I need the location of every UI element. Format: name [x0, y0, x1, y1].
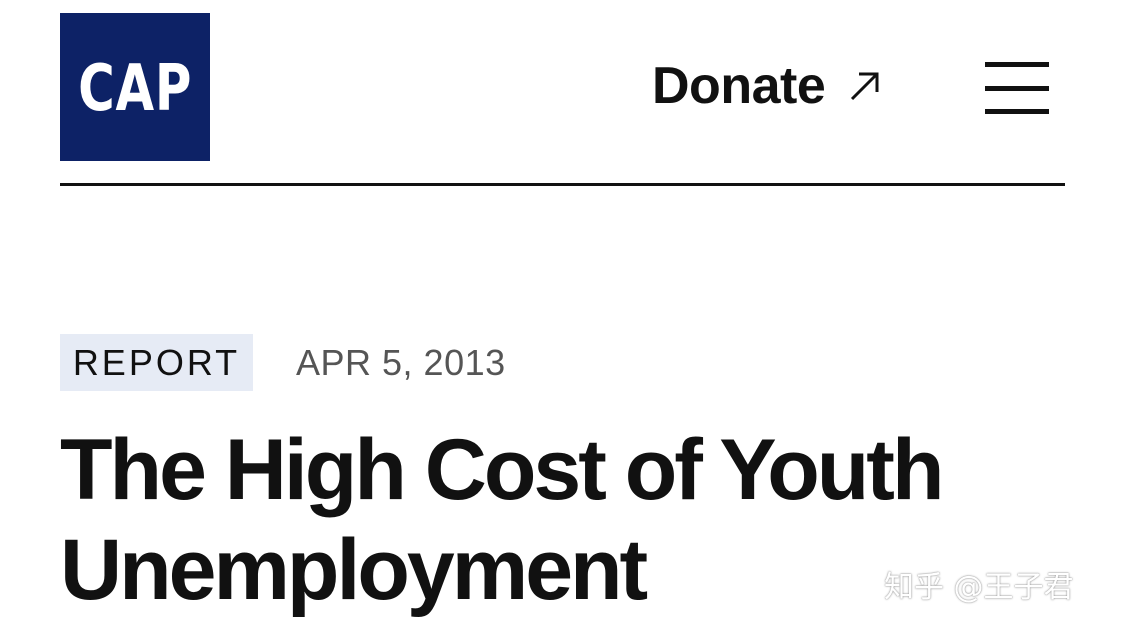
watermark: 知乎 @王子君 [884, 570, 1074, 605]
logo-text: CAP [77, 52, 193, 126]
publish-date: APR 5, 2013 [296, 342, 506, 383]
menu-bar-top [985, 62, 1049, 67]
cap-logo[interactable]: CAP [60, 13, 210, 161]
content-type-badge[interactable]: REPORT [60, 334, 253, 391]
donate-label: Donate [652, 57, 826, 115]
arrow-up-right-icon [847, 68, 883, 104]
header-divider [60, 183, 1065, 186]
donate-link[interactable]: Donate [652, 54, 883, 118]
menu-bar-bottom [985, 109, 1049, 114]
menu-bar-middle [985, 85, 1049, 91]
hamburger-menu-icon[interactable] [985, 62, 1049, 114]
badge-label: REPORT [72, 341, 241, 383]
